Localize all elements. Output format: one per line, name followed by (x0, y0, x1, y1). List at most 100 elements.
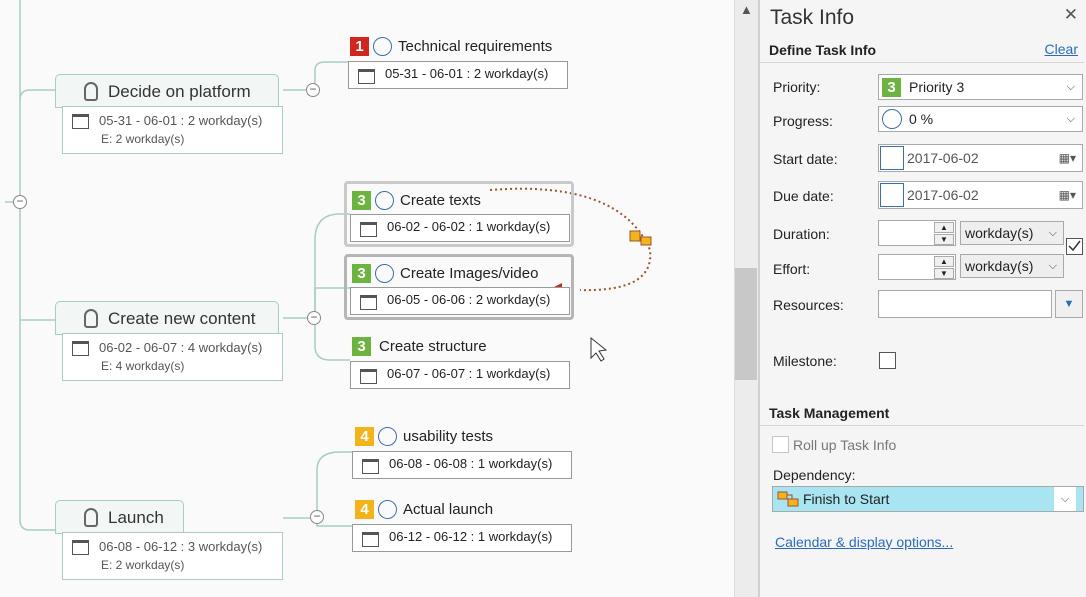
task-title: usability tests (403, 428, 494, 445)
scroll-thumb[interactable] (735, 268, 757, 380)
chevron-down-icon: ⌵ (1048, 260, 1057, 272)
spin-up-icon[interactable]: ▲ (934, 222, 954, 233)
mind-map-canvas[interactable]: − Decide on platform 05-31 - 06-01 : 2 w… (0, 0, 734, 597)
close-icon[interactable]: ✕ (1064, 5, 1078, 25)
task-title: Create texts (400, 192, 481, 209)
resources-label: Resources: (773, 297, 844, 313)
task-dates: 06-05 - 06-06 : 2 workday(s) (350, 287, 570, 315)
topic-decide-on-platform[interactable]: Decide on platform (55, 74, 279, 108)
spin-down-icon[interactable]: ▼ (934, 268, 954, 279)
dependency-dropdown[interactable]: Finish to Start ⌵ (772, 486, 1084, 512)
due-date-label: Due date: (773, 188, 834, 204)
duration-unit-dropdown[interactable]: workday(s) ⌵ (960, 221, 1064, 245)
task-actual-launch[interactable]: 4 Actual launch (355, 500, 493, 519)
lightbulb-icon (84, 309, 98, 328)
effort-unit-dropdown[interactable]: workday(s) ⌵ (960, 254, 1064, 278)
calendar-icon (358, 69, 375, 84)
topic-create-new-content[interactable]: Create new content (55, 301, 279, 335)
chevron-down-icon: ⌵ (1048, 227, 1057, 239)
priority-4-icon: 4 (355, 500, 374, 519)
calendar-picker-icon[interactable]: ▦▾ (1059, 182, 1076, 208)
clear-link[interactable]: Clear (1045, 41, 1078, 57)
lightbulb-icon (84, 82, 98, 101)
calendar-icon (360, 369, 377, 384)
progress-circle-icon (378, 500, 397, 519)
task-dates: 06-08 - 06-08 : 1 workday(s) (352, 451, 572, 479)
dependency-label: Dependency: (773, 467, 856, 483)
priority-3-icon: 3 (882, 78, 901, 97)
task-dates: 06-12 - 06-12 : 1 workday(s) (352, 524, 572, 552)
lightbulb-icon (84, 508, 98, 527)
progress-circle-icon (375, 264, 394, 283)
calendar-icon (72, 341, 89, 356)
calendar-icon (72, 540, 89, 555)
topic-task-info: 06-08 - 06-12 : 3 workday(s) E: 2 workda… (62, 532, 283, 580)
task-create-texts[interactable]: 3 Create texts (352, 191, 481, 210)
roll-up-checkbox[interactable] (772, 436, 789, 453)
spin-up-icon[interactable]: ▲ (934, 256, 954, 267)
calendar-icon (362, 459, 379, 474)
task-title: Create structure (379, 338, 487, 355)
task-title: Technical requirements (398, 38, 553, 55)
effort-input[interactable]: ▲ ▼ (878, 254, 956, 280)
checkmark-icon (1068, 240, 1081, 252)
topic-launch[interactable]: Launch (55, 500, 184, 534)
priority-value: Priority 3 (909, 79, 965, 95)
due-date-value: 2017-06-02 (907, 187, 979, 203)
panel-title: Task Info (770, 6, 855, 29)
resources-dropdown-button[interactable]: ▼ (1055, 290, 1083, 318)
topic-effort: E: 2 workday(s) (101, 132, 185, 146)
calendar-icon (360, 222, 377, 237)
task-create-structure[interactable]: 3 Create structure (352, 337, 487, 356)
topic-title: Decide on platform (108, 82, 251, 101)
task-create-images-video[interactable]: 3 Create Images/video (352, 264, 538, 283)
progress-value: 0 % (909, 111, 934, 127)
calendar-icon (362, 532, 379, 547)
task-title: Actual launch (403, 501, 494, 518)
effort-label: Effort: (773, 261, 811, 277)
spin-down-icon[interactable]: ▼ (934, 234, 954, 245)
topic-dates: 05-31 - 06-01 : 2 workday(s) (99, 113, 263, 128)
chevron-down-icon: ⌵ (1066, 113, 1075, 125)
task-technical-requirements[interactable]: 1 Technical requirements (350, 37, 552, 56)
task-dates: 06-02 - 06-02 : 1 workday(s) (350, 214, 570, 242)
vertical-scrollbar[interactable]: ▲ (734, 0, 758, 597)
roll-up-label: Roll up Task Info (793, 437, 897, 453)
progress-dropdown[interactable]: 0 % ⌵ (878, 106, 1083, 132)
collapse-topic-button[interactable]: − (310, 510, 324, 524)
topic-title: Create new content (108, 309, 256, 328)
priority-1-icon: 1 (350, 37, 369, 56)
due-date-field[interactable]: 2017-06-02 ▦▾ (878, 181, 1083, 209)
task-info-panel: Task Info ✕ Define Task Info Clear Prior… (758, 0, 1086, 597)
progress-circle-icon (375, 191, 394, 210)
milestone-label: Milestone: (773, 353, 837, 369)
progress-label: Progress: (773, 113, 833, 129)
progress-circle-icon (882, 109, 902, 129)
duration-input[interactable]: ▲ ▼ (878, 220, 956, 246)
priority-dropdown[interactable]: 3 Priority 3 ⌵ (878, 74, 1083, 100)
milestone-checkbox[interactable] (879, 352, 896, 369)
start-date-checkbox[interactable] (880, 146, 904, 170)
progress-circle-icon (373, 37, 392, 56)
calendar-picker-icon[interactable]: ▦▾ (1059, 145, 1076, 171)
calendar-display-options-link[interactable]: Calendar & display options... (775, 534, 953, 550)
scroll-up-icon[interactable]: ▲ (740, 2, 753, 17)
progress-circle-icon (378, 427, 397, 446)
dependency-value: Finish to Start (803, 491, 890, 507)
due-date-checkbox[interactable] (880, 183, 904, 207)
topic-dates: 06-08 - 06-12 : 3 workday(s) (99, 539, 263, 554)
priority-4-icon: 4 (355, 427, 374, 446)
task-usability-tests[interactable]: 4 usability tests (355, 427, 493, 446)
duration-checked-checkbox[interactable] (1066, 238, 1083, 255)
chevron-down-icon: ⌵ (1066, 81, 1075, 93)
topic-effort: E: 4 workday(s) (101, 359, 185, 373)
start-date-value: 2017-06-02 (907, 150, 979, 166)
priority-label: Priority: (773, 79, 821, 95)
topic-title: Launch (108, 508, 164, 527)
resources-input[interactable] (878, 290, 1052, 318)
duration-label: Duration: (773, 226, 830, 242)
collapse-root-button[interactable]: − (13, 195, 27, 209)
collapse-topic-button[interactable]: − (307, 311, 321, 325)
collapse-topic-button[interactable]: − (306, 83, 320, 97)
start-date-field[interactable]: 2017-06-02 ▦▾ (878, 144, 1083, 172)
